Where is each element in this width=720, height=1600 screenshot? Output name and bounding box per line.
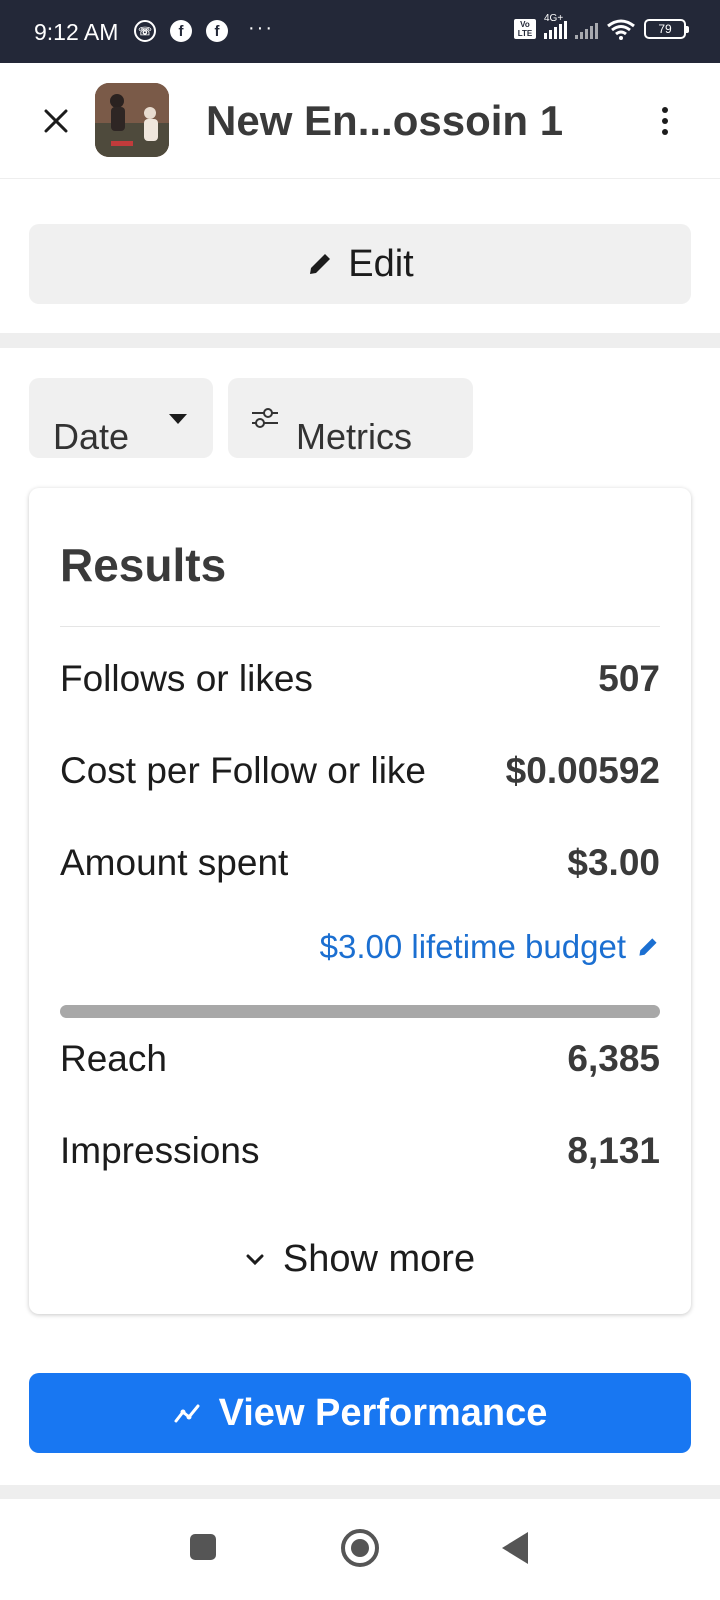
- metric-value: 507: [598, 658, 660, 699]
- signal-icon: [575, 19, 598, 39]
- metrics-filter-label: Metrics: [296, 416, 412, 457]
- view-performance-label: View Performance: [218, 1391, 548, 1434]
- metrics-filter-button[interactable]: Metrics: [228, 378, 473, 458]
- date-filter-button[interactable]: Date: [29, 378, 213, 458]
- metric-row-follows: Follows or likes 507: [60, 654, 660, 704]
- budget-label: $3.00 lifetime budget: [319, 928, 626, 965]
- metric-label: Impressions: [60, 1130, 260, 1171]
- date-filter-label: Date: [53, 416, 130, 457]
- section-divider: [0, 1485, 720, 1499]
- show-more-button[interactable]: Show more: [29, 1238, 691, 1281]
- network-type: 4G+: [544, 13, 564, 24]
- campaign-title: New En...ossoin 1: [206, 97, 564, 144]
- chevron-down-icon: [246, 1254, 264, 1265]
- lifetime-budget-link[interactable]: $3.00 lifetime budget: [320, 928, 660, 966]
- system-navigation-bar: [0, 1499, 720, 1600]
- metric-label: Follows or likes: [60, 658, 313, 699]
- wifi-icon: [607, 19, 635, 40]
- metric-row-impressions: Impressions 8,131: [60, 1126, 660, 1176]
- battery-icon: 79: [644, 19, 689, 39]
- metric-value: $3.00: [567, 842, 660, 883]
- home-button[interactable]: [341, 1529, 379, 1567]
- metric-row-cost-per-follow: Cost per Follow or like $0.00592: [60, 746, 660, 796]
- show-more-label: Show more: [282, 1238, 476, 1280]
- metric-label: Reach: [60, 1038, 167, 1079]
- more-vertical-icon: [662, 107, 668, 113]
- trend-line-icon: [174, 1404, 200, 1423]
- status-time: 9:12 AM: [34, 19, 119, 45]
- metric-label: Cost per Follow or like: [60, 750, 427, 791]
- pencil-icon: [310, 254, 331, 274]
- facebook-icon: f: [170, 20, 192, 42]
- budget-progress-bar: [60, 1005, 660, 1018]
- back-button[interactable]: [502, 1532, 528, 1564]
- pencil-icon: [639, 938, 657, 956]
- divider: [60, 626, 660, 627]
- ad-thumbnail-image: [95, 83, 169, 157]
- home-icon: [351, 1539, 369, 1557]
- campaign-header: New En...ossoin 1: [0, 63, 720, 179]
- budget-progress-fill: [60, 1005, 660, 1018]
- facebook-icon: f: [206, 20, 228, 42]
- metric-value: 8,131: [567, 1130, 660, 1171]
- whatsapp-icon: ☏: [134, 20, 156, 42]
- volte-icon: Vo LTE: [514, 19, 536, 39]
- sliders-icon: [252, 408, 278, 428]
- ad-thumbnail[interactable]: [95, 83, 169, 157]
- metric-label: Amount spent: [60, 842, 289, 883]
- edit-label: Edit: [348, 242, 414, 285]
- notification-icons: ☏ f f ···: [134, 16, 274, 42]
- recent-apps-button[interactable]: [190, 1534, 216, 1560]
- metric-value: $0.00592: [505, 750, 660, 791]
- metric-row-reach: Reach 6,385: [60, 1034, 660, 1084]
- more-options-button[interactable]: [650, 101, 680, 141]
- section-divider: [0, 333, 720, 348]
- metric-row-amount-spent: Amount spent $3.00: [60, 838, 660, 888]
- status-bar: 9:12 AM ☏ f f ··· Vo LTE 4G+ 79: [0, 0, 720, 63]
- view-performance-button[interactable]: View Performance: [29, 1373, 691, 1453]
- metric-value: 6,385: [567, 1038, 660, 1079]
- close-icon: [44, 109, 68, 133]
- results-title: Results: [60, 539, 227, 591]
- system-icons: Vo LTE 4G+ 79: [514, 13, 689, 40]
- more-notifications-icon: ···: [248, 16, 274, 39]
- signal-icon: 4G+: [544, 13, 567, 39]
- results-card: Results Follows or likes 507 Cost per Fo…: [29, 488, 691, 1314]
- close-button[interactable]: [36, 101, 76, 141]
- edit-button[interactable]: Edit: [29, 224, 691, 304]
- caret-down-icon: [169, 414, 187, 424]
